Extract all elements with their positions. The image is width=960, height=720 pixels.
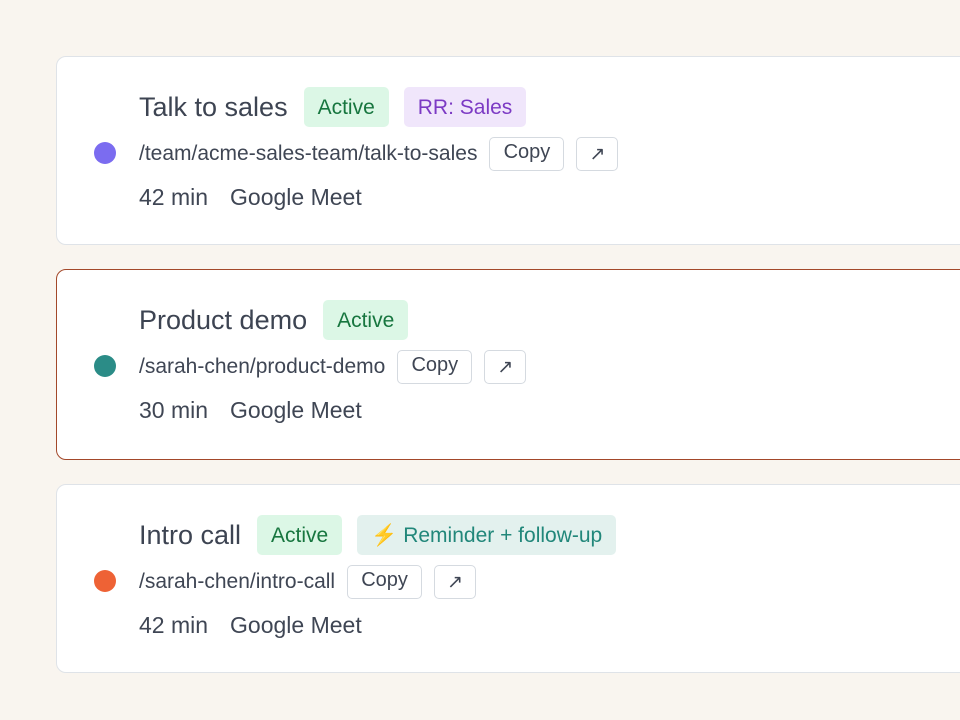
event-location: Google Meet xyxy=(230,612,362,638)
copy-link-button[interactable]: Copy xyxy=(489,137,565,171)
copy-link-button[interactable]: Copy xyxy=(397,350,473,384)
workflow-badge: ⚡ Reminder + follow-up xyxy=(357,515,617,555)
open-link-button[interactable]: ↗ xyxy=(484,350,527,384)
event-duration: 42 min xyxy=(139,184,209,210)
event-path: /sarah-chen/intro-call xyxy=(139,570,336,593)
round-robin-badge: RR: Sales xyxy=(403,87,527,127)
event-link-row: /team/acme-sales-team/talk-to-sales Copy… xyxy=(139,137,619,171)
open-link-button[interactable]: ↗ xyxy=(434,565,477,599)
external-link-icon: ↗ xyxy=(589,143,606,165)
status-badge: Active xyxy=(323,300,409,340)
copy-link-button[interactable]: Copy xyxy=(347,565,423,599)
event-type-list: Talk to sales Active RR: Sales /team/acm… xyxy=(56,56,960,697)
event-meta-row: 30 min Google Meet xyxy=(139,397,362,424)
event-title[interactable]: Intro call xyxy=(139,520,241,551)
event-path: /sarah-chen/product-demo xyxy=(139,355,386,378)
event-path: /team/acme-sales-team/talk-to-sales xyxy=(139,142,478,165)
event-link-row: /sarah-chen/product-demo Copy ↗ xyxy=(139,350,527,384)
status-badge: Active xyxy=(257,515,343,555)
event-title[interactable]: Talk to sales xyxy=(139,92,288,123)
event-title[interactable]: Product demo xyxy=(139,305,307,336)
status-badge: Active xyxy=(303,87,389,127)
external-link-icon: ↗ xyxy=(497,356,514,378)
event-duration: 42 min xyxy=(139,612,209,638)
event-meta-row: 42 min Google Meet xyxy=(139,184,362,211)
external-link-icon: ↗ xyxy=(447,571,464,593)
event-type-card[interactable]: Intro call Active ⚡ Reminder + follow-up… xyxy=(56,484,960,673)
event-color-dot xyxy=(94,355,116,377)
event-color-dot xyxy=(94,142,116,164)
event-title-row: Talk to sales Active RR: Sales xyxy=(139,87,527,127)
event-link-row: /sarah-chen/intro-call Copy ↗ xyxy=(139,565,477,599)
event-location: Google Meet xyxy=(230,397,362,423)
open-link-button[interactable]: ↗ xyxy=(576,137,619,171)
event-duration: 30 min xyxy=(139,397,209,423)
event-color-dot xyxy=(94,570,116,592)
event-type-card[interactable]: Product demo Active /sarah-chen/product-… xyxy=(56,269,960,460)
event-title-row: Product demo Active xyxy=(139,300,409,340)
event-type-card[interactable]: Talk to sales Active RR: Sales /team/acm… xyxy=(56,56,960,245)
event-meta-row: 42 min Google Meet xyxy=(139,612,362,639)
event-title-row: Intro call Active ⚡ Reminder + follow-up xyxy=(139,515,617,555)
event-location: Google Meet xyxy=(230,184,362,210)
